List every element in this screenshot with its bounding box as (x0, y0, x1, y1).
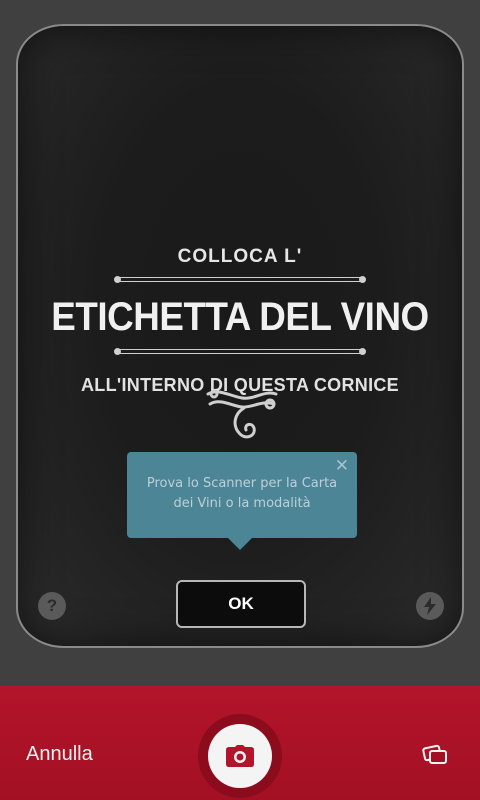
frame-instructions: COLLOCA L' ETICHETTA DEL VINO ALL'INTERN… (18, 246, 462, 396)
ok-button-label: OK (228, 594, 254, 613)
ok-button[interactable]: OK (176, 580, 306, 628)
ornament-divider-bottom (114, 346, 366, 358)
scanner-screen: COLLOCA L' ETICHETTA DEL VINO ALL'INTERN… (0, 0, 480, 800)
cards-icon[interactable] (422, 742, 448, 766)
shutter-button[interactable] (208, 724, 272, 788)
camera-icon (226, 745, 254, 767)
bottom-action-bar: Annulla (0, 686, 480, 800)
label-frame: COLLOCA L' ETICHETTA DEL VINO ALL'INTERN… (16, 24, 464, 648)
flourish-ornament-icon (206, 389, 278, 439)
tooltip-close-icon[interactable]: ✕ (335, 456, 349, 476)
instruction-line-1: COLLOCA L' (177, 246, 303, 267)
help-glyph: ? (46, 596, 58, 615)
scanner-tooltip: ✕ Prova lo Scanner per la Carta dei Vini… (127, 452, 357, 550)
flash-icon[interactable] (416, 592, 444, 620)
tooltip-text: Prova lo Scanner per la Carta dei Vini o… (146, 476, 338, 511)
help-icon[interactable]: ? (38, 592, 66, 620)
lightning-bolt-icon (424, 597, 436, 615)
cancel-button[interactable]: Annulla (26, 743, 93, 766)
ornament-divider (114, 274, 366, 286)
tooltip-pointer (228, 538, 252, 550)
instruction-title: ETICHETTA DEL VINO (51, 295, 429, 339)
